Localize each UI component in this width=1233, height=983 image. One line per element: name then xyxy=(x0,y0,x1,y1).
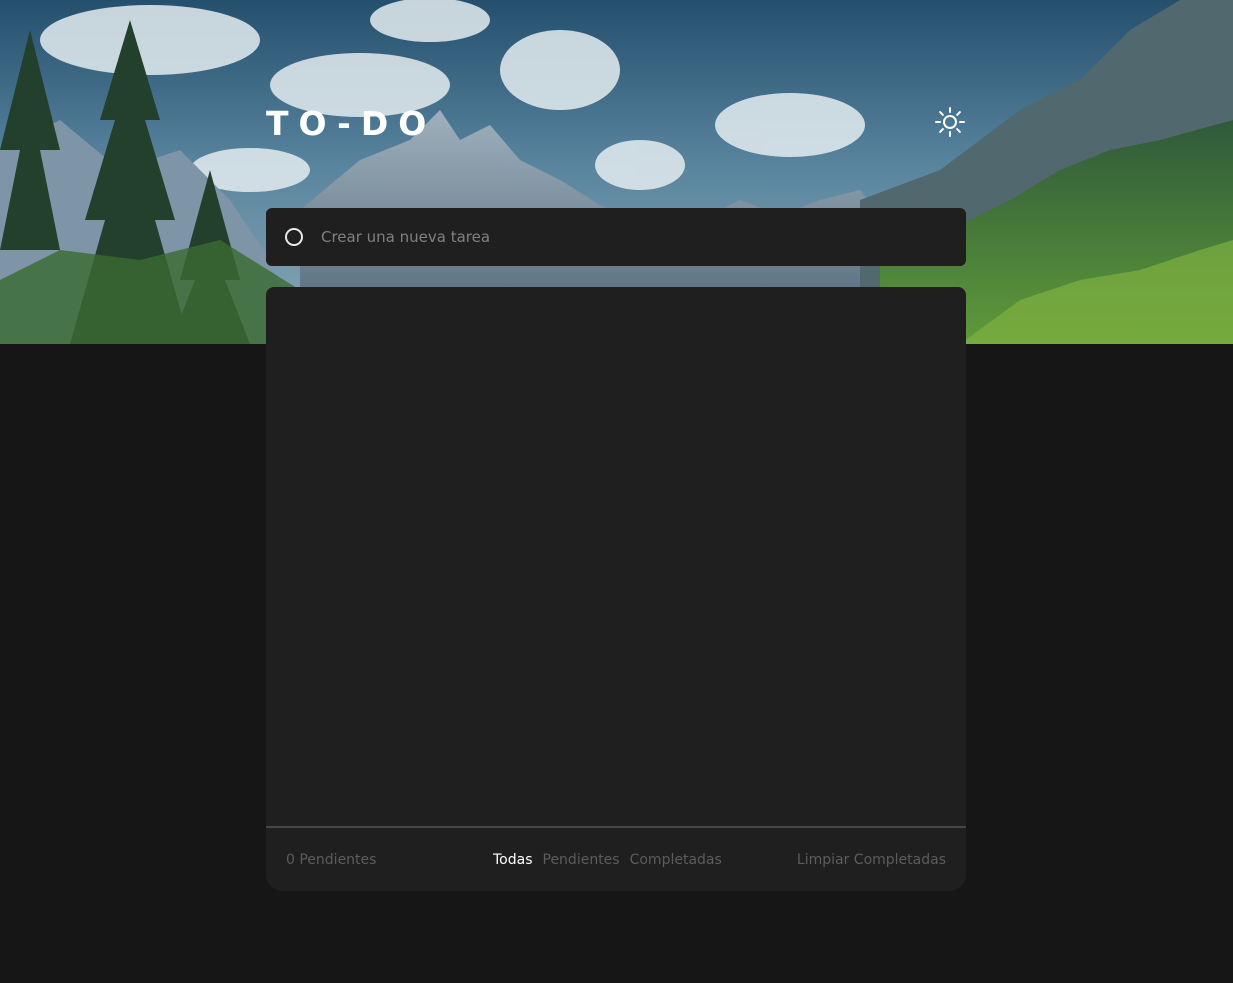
new-task-checkbox[interactable] xyxy=(285,228,303,246)
pending-count: 0 Pendientes xyxy=(286,852,377,868)
task-list xyxy=(266,287,966,828)
task-list-footer: 0 Pendientes Todas Pendientes Completada… xyxy=(266,830,966,891)
app-header: TO-DO xyxy=(266,100,966,150)
filter-group: Todas Pendientes Completadas xyxy=(493,852,722,868)
app-title: TO-DO xyxy=(266,104,437,143)
theme-toggle-button[interactable] xyxy=(934,106,966,138)
task-list-card: 0 Pendientes Todas Pendientes Completada… xyxy=(266,287,966,891)
filter-all[interactable]: Todas xyxy=(493,852,533,868)
clear-completed-button[interactable]: Limpiar Completadas xyxy=(797,852,946,868)
new-task-input[interactable] xyxy=(321,228,921,246)
filter-pending[interactable]: Pendientes xyxy=(543,852,620,868)
sun-icon xyxy=(935,107,965,137)
new-task-bar xyxy=(266,208,966,266)
filter-completed[interactable]: Completadas xyxy=(630,852,722,868)
